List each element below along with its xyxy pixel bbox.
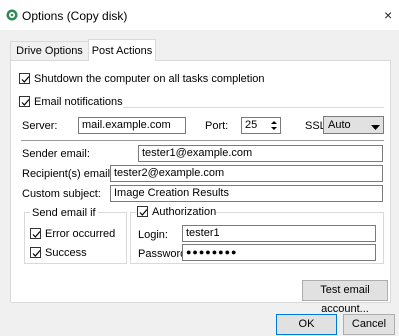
server-label: Server: <box>22 120 58 132</box>
error-occurred-label: Error occurred <box>45 228 116 240</box>
spinner-arrows-icon[interactable] <box>268 118 280 133</box>
tab-drive-options[interactable]: Drive Options <box>10 41 89 60</box>
email-notifications-label: Email notifications <box>34 96 123 108</box>
ok-button[interactable]: OK <box>276 314 337 335</box>
window-title: Options (Copy disk) <box>22 9 128 23</box>
check-icon <box>32 231 41 238</box>
server-input[interactable]: mail.example.com <box>78 117 186 134</box>
subject-field[interactable]: Image Creation Results <box>110 185 383 202</box>
cancel-button[interactable]: Cancel <box>343 314 395 335</box>
shutdown-checkbox[interactable] <box>19 73 30 84</box>
error-occurred-checkbox[interactable] <box>30 228 41 239</box>
chevron-down-icon <box>371 122 380 134</box>
authorization-checkbox[interactable] <box>137 206 148 217</box>
authorization-label: Authorization <box>152 206 217 218</box>
check-icon <box>139 209 148 216</box>
check-icon <box>32 250 41 257</box>
recipient-label: Recipient(s) email: <box>22 168 114 180</box>
sender-label: Sender email: <box>22 148 90 160</box>
disk-clone-icon <box>6 9 18 21</box>
separator-line <box>21 140 384 141</box>
login-field[interactable]: tester1 <box>182 225 376 242</box>
shutdown-label: Shutdown the computer on all tasks compl… <box>34 73 265 85</box>
send-email-if-label: Send email if <box>30 207 98 219</box>
sender-email-field[interactable]: tester1@example.com <box>138 145 383 162</box>
recipient-email-field[interactable]: tester2@example.com <box>110 165 383 182</box>
close-button[interactable]: × <box>384 7 392 23</box>
title-bar[interactable]: Options (Copy disk) × <box>0 0 399 30</box>
check-icon <box>21 76 30 83</box>
tab-post-actions[interactable]: Post Actions <box>88 39 156 61</box>
password-field[interactable]: ●●●●●●●● <box>182 244 376 261</box>
check-icon <box>21 99 30 106</box>
success-checkbox[interactable] <box>30 247 41 258</box>
port-label: Port: <box>205 120 229 132</box>
subject-label: Custom subject: <box>22 188 101 200</box>
test-email-account-button[interactable]: Test email account... <box>302 280 388 315</box>
login-label: Login: <box>138 229 168 241</box>
email-group-rule <box>123 107 384 108</box>
email-notifications-checkbox[interactable] <box>19 96 30 107</box>
success-label: Success <box>45 247 87 259</box>
ssl-select[interactable]: Auto <box>323 116 384 134</box>
ssl-value: Auto <box>328 119 351 131</box>
